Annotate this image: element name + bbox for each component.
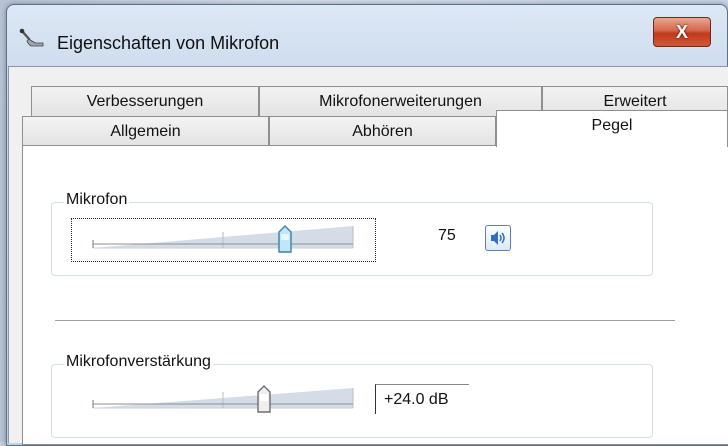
microphone-boost-slider[interactable] bbox=[83, 384, 373, 420]
boost-value: +24.0 dB bbox=[384, 391, 449, 408]
tab-allgemein[interactable]: Allgemein bbox=[22, 116, 269, 146]
microphone-group-label: Mikrofon bbox=[64, 191, 130, 209]
microphone-slider-thumb[interactable] bbox=[278, 225, 292, 253]
tab-label: Pegel bbox=[591, 117, 633, 134]
tab-label: Mikrofonerweiterungen bbox=[319, 93, 482, 110]
microphone-level-value[interactable]: 75 bbox=[438, 227, 456, 245]
microphone-icon bbox=[19, 28, 44, 47]
section-separator bbox=[55, 320, 675, 321]
boost-slider-thumb[interactable] bbox=[257, 385, 271, 413]
close-icon: X bbox=[675, 21, 688, 42]
tab-verbesserungen[interactable]: Verbesserungen bbox=[31, 86, 259, 116]
title-bar[interactable]: Eigenschaften von Mikrofon X bbox=[7, 5, 727, 69]
microphone-mute-button[interactable] bbox=[485, 225, 511, 251]
window-title: Eigenschaften von Mikrofon bbox=[57, 33, 280, 53]
tab-pegel[interactable]: Pegel bbox=[496, 110, 728, 147]
close-button[interactable]: X bbox=[653, 17, 711, 47]
tab-label: Abhören bbox=[352, 123, 413, 140]
tab-label: Allgemein bbox=[110, 123, 181, 140]
tab-abhoeren[interactable]: Abhören bbox=[269, 116, 496, 146]
tab-label: Verbesserungen bbox=[86, 93, 204, 110]
pegel-tab-panel: Mikrofon 75 Mikrofonverstärkung +24.0 dB bbox=[22, 145, 728, 445]
microphone-volume-slider[interactable] bbox=[83, 222, 373, 258]
boost-value-box: +24.0 dB bbox=[375, 384, 469, 414]
microphone-boost-group-label: Mikrofonverstärkung bbox=[64, 353, 213, 371]
tab-label: Erweitert bbox=[603, 93, 667, 110]
speaker-icon bbox=[491, 231, 505, 245]
